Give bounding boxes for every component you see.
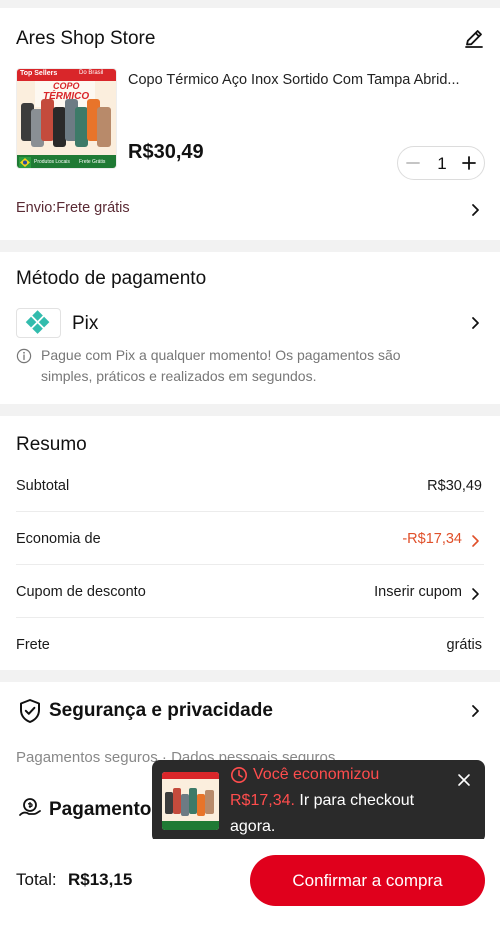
security-heading: Segurança e privacidade xyxy=(49,700,273,721)
quantity-stepper: 1 xyxy=(397,146,485,180)
shipping-row[interactable]: Envio:Frete grátis xyxy=(0,194,500,224)
summary-row-shipping: Frete grátis xyxy=(0,627,500,670)
toast-close-icon[interactable] xyxy=(456,772,472,788)
info-icon xyxy=(16,348,32,364)
chevron-right-icon xyxy=(467,202,483,218)
image-footer-right: Frete Grátis xyxy=(79,159,106,165)
divider xyxy=(16,617,484,618)
image-headline-top: COPO xyxy=(53,81,80,91)
product-image[interactable]: Top Sellers Do Brasil COPO TÉRMICO Produ… xyxy=(16,68,117,169)
summary-heading: Resumo xyxy=(16,434,87,455)
total-value: R$13,15 xyxy=(68,870,133,889)
shipping-label: Envio:Frete grátis xyxy=(16,200,130,216)
pix-method-row[interactable]: Pix xyxy=(0,304,500,344)
toast-amount: R$17,34. xyxy=(230,792,295,809)
image-headline-bottom: TÉRMICO xyxy=(43,91,90,102)
pix-label: Pix xyxy=(72,313,99,334)
divider xyxy=(16,511,484,512)
summary-row-subtotal: Subtotal R$30,49 xyxy=(0,468,500,511)
toast-message-rest: Ir para checkout xyxy=(294,792,415,809)
subtotal-value: R$30,49 xyxy=(427,478,482,494)
toast-product-image xyxy=(162,772,219,830)
security-row[interactable]: Segurança e privacidade xyxy=(0,696,500,728)
divider xyxy=(16,564,484,565)
subtotal-label: Subtotal xyxy=(16,478,70,494)
payment-heading: Método de pagamento xyxy=(16,268,207,289)
image-badge-left: Top Sellers xyxy=(20,70,58,77)
chevron-right-icon xyxy=(467,315,483,331)
total-label: Total: xyxy=(16,870,57,889)
checkout-bottom-bar: Total: R$13,15 Confirmar a compra xyxy=(0,839,500,931)
plus-icon[interactable] xyxy=(461,155,477,171)
quantity-value[interactable]: 1 xyxy=(432,154,452,174)
summary-card: Resumo Subtotal R$30,49 Economia de -R$1… xyxy=(0,416,500,670)
savings-toast[interactable]: Você economizou R$17,34. Ir para checkou… xyxy=(152,760,485,843)
checkout-screen: Ares Shop Store Top Sellers Do Brasil CO… xyxy=(0,0,500,931)
toast-message: R$17,34. Ir para checkout xyxy=(230,792,414,810)
chevron-right-icon xyxy=(467,703,483,719)
savings-label: Economia de xyxy=(16,531,101,547)
pix-info-line2: simples, práticos e realizados em segund… xyxy=(41,368,317,384)
toast-message-line2: agora. xyxy=(230,818,276,835)
product-title[interactable]: Copo Térmico Aço Inox Sortido Com Tampa … xyxy=(128,72,486,88)
pix-info-line1: Pague com Pix a qualquer momento! Os pag… xyxy=(41,347,401,363)
summary-row-coupon[interactable]: Cupom de desconto Inserir cupom xyxy=(0,574,500,617)
frete-label: Frete xyxy=(16,637,50,653)
image-badge-right: Do Brasil xyxy=(79,70,104,76)
coupon-value: Inserir cupom xyxy=(374,584,462,600)
payment-method-card: Método de pagamento Pix Pague com Pix a … xyxy=(0,252,500,404)
store-name: Ares Shop Store xyxy=(16,28,156,49)
coupon-label: Cupom de desconto xyxy=(16,584,146,600)
secure-payment-icon xyxy=(18,796,42,820)
confirm-purchase-button[interactable]: Confirmar a compra xyxy=(250,855,485,906)
product-price: R$30,49 xyxy=(128,141,204,163)
minus-icon[interactable] xyxy=(405,155,421,171)
chevron-right-icon xyxy=(467,586,483,602)
frete-value: grátis xyxy=(446,637,482,653)
pencil-icon[interactable] xyxy=(463,27,485,49)
summary-row-savings[interactable]: Economia de -R$17,34 xyxy=(0,521,500,564)
savings-value: -R$17,34 xyxy=(402,531,462,547)
image-footer-left: Produtos Locais xyxy=(34,159,70,165)
chevron-right-icon xyxy=(467,533,483,549)
store-card: Ares Shop Store Top Sellers Do Brasil CO… xyxy=(0,8,500,240)
shield-check-icon xyxy=(18,698,42,724)
pix-icon xyxy=(16,308,61,338)
toast-title: Você economizou xyxy=(253,766,380,783)
clock-icon xyxy=(230,766,248,784)
